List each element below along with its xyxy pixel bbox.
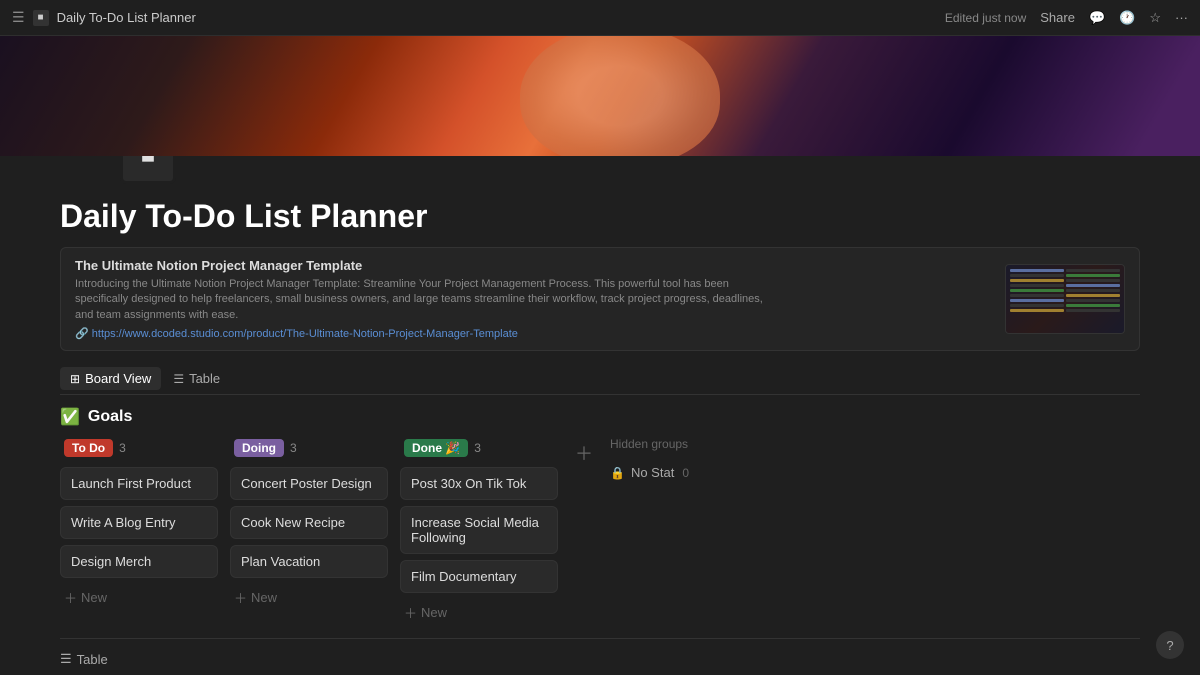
board-container: To Do 3 Launch First Product Write A Blo…: [60, 437, 1140, 626]
card-cook-recipe[interactable]: Cook New Recipe: [230, 506, 388, 539]
badge-done: Done 🎉: [404, 439, 468, 457]
page-icon-area: ■: [120, 156, 1140, 184]
card-write-blog[interactable]: Write A Blog Entry: [60, 506, 218, 539]
card-launch-first-product[interactable]: Launch First Product: [60, 467, 218, 500]
link-icon: 🔗: [75, 328, 89, 340]
card-plan-vacation[interactable]: Plan Vacation: [230, 545, 388, 578]
hero-decoration: [520, 36, 720, 156]
embed-title: The Ultimate Notion Project Manager Temp…: [75, 258, 985, 273]
page-icon[interactable]: ■: [120, 156, 176, 184]
table-section: ☰ Table 🔴 Hourly Planner Aa ☰sun ☰mon ☰t…: [60, 651, 1140, 675]
goals-icon: ✅: [60, 407, 80, 427]
section-divider: [60, 638, 1140, 639]
tab-board-view[interactable]: ⊞ Board View: [60, 367, 161, 390]
embed-card: The Ultimate Notion Project Manager Temp…: [60, 247, 1140, 351]
lock-icon: 🔒: [610, 466, 625, 480]
column-done-header: Done 🎉 3: [400, 437, 558, 459]
embed-preview: [1005, 264, 1125, 334]
top-bar-title: Daily To-Do List Planner: [57, 10, 196, 25]
more-icon[interactable]: ···: [1175, 10, 1188, 25]
doing-add-new[interactable]: ＋ New: [230, 584, 388, 611]
hidden-groups-label: Hidden groups: [610, 437, 750, 451]
plus-icon-done: ＋: [404, 603, 417, 622]
page-icon-small: ■: [33, 10, 49, 26]
card-film-documentary[interactable]: Film Documentary: [400, 560, 558, 593]
doing-count: 3: [290, 441, 297, 455]
hidden-groups: Hidden groups 🔒 No Stat 0: [610, 437, 750, 480]
clock-icon[interactable]: 🕐: [1119, 10, 1135, 26]
badge-doing: Doing: [234, 439, 284, 457]
plus-icon: ＋: [64, 588, 77, 607]
card-concert-poster[interactable]: Concert Poster Design: [230, 467, 388, 500]
main-content: ■ Daily To-Do List Planner The Ultimate …: [0, 156, 1200, 675]
no-stat-count: 0: [682, 466, 689, 480]
add-column-button[interactable]: ＋: [570, 439, 598, 467]
top-bar-left: ☰ ■ Daily To-Do List Planner: [12, 9, 196, 26]
todo-add-new[interactable]: ＋ New: [60, 584, 218, 611]
badge-todo: To Do: [64, 439, 113, 457]
table-view-tab[interactable]: ☰ Table: [60, 651, 1140, 667]
column-doing: Doing 3 Concert Poster Design Cook New R…: [230, 437, 388, 611]
tab-table[interactable]: ☰ Table: [163, 367, 230, 390]
column-todo-header: To Do 3: [60, 437, 218, 459]
goals-heading: ✅ Goals: [60, 407, 1140, 427]
table-icon: ☰: [173, 372, 184, 386]
top-bar: ☰ ■ Daily To-Do List Planner Edited just…: [0, 0, 1200, 36]
done-add-new[interactable]: ＋ New: [400, 599, 558, 626]
card-social-media[interactable]: Increase Social Media Following: [400, 506, 558, 554]
card-tiktok[interactable]: Post 30x On Tik Tok: [400, 467, 558, 500]
done-count: 3: [474, 441, 481, 455]
column-doing-header: Doing 3: [230, 437, 388, 459]
no-stat-label: No Stat: [631, 465, 674, 480]
comment-icon[interactable]: 💬: [1089, 10, 1105, 26]
column-todo: To Do 3 Launch First Product Write A Blo…: [60, 437, 218, 611]
hero-banner: [0, 36, 1200, 156]
edited-status: Edited just now: [945, 11, 1026, 25]
page-title: Daily To-Do List Planner: [60, 198, 1140, 235]
table-tab-label: Table: [77, 652, 108, 667]
star-icon[interactable]: ☆: [1149, 10, 1161, 26]
view-tabs: ⊞ Board View ☰ Table: [60, 367, 1140, 395]
embed-link[interactable]: 🔗 https://www.dcoded.studio.com/product/…: [75, 327, 985, 340]
goals-label: Goals: [88, 408, 132, 426]
help-button[interactable]: ?: [1156, 631, 1184, 659]
menu-icon[interactable]: ☰: [12, 9, 25, 26]
share-button[interactable]: Share: [1040, 10, 1075, 25]
page-icon-symbol: ■: [141, 156, 156, 170]
plus-icon-doing: ＋: [234, 588, 247, 607]
embed-card-left: The Ultimate Notion Project Manager Temp…: [75, 258, 985, 340]
no-stat-item[interactable]: 🔒 No Stat 0: [610, 465, 750, 480]
top-bar-right: Edited just now Share 💬 🕐 ☆ ···: [945, 10, 1188, 26]
board-icon: ⊞: [70, 372, 80, 386]
todo-count: 3: [119, 441, 126, 455]
card-design-merch[interactable]: Design Merch: [60, 545, 218, 578]
table-tab-icon: ☰: [60, 651, 72, 667]
embed-description: Introducing the Ultimate Notion Project …: [75, 277, 775, 323]
column-done: Done 🎉 3 Post 30x On Tik Tok Increase So…: [400, 437, 558, 626]
